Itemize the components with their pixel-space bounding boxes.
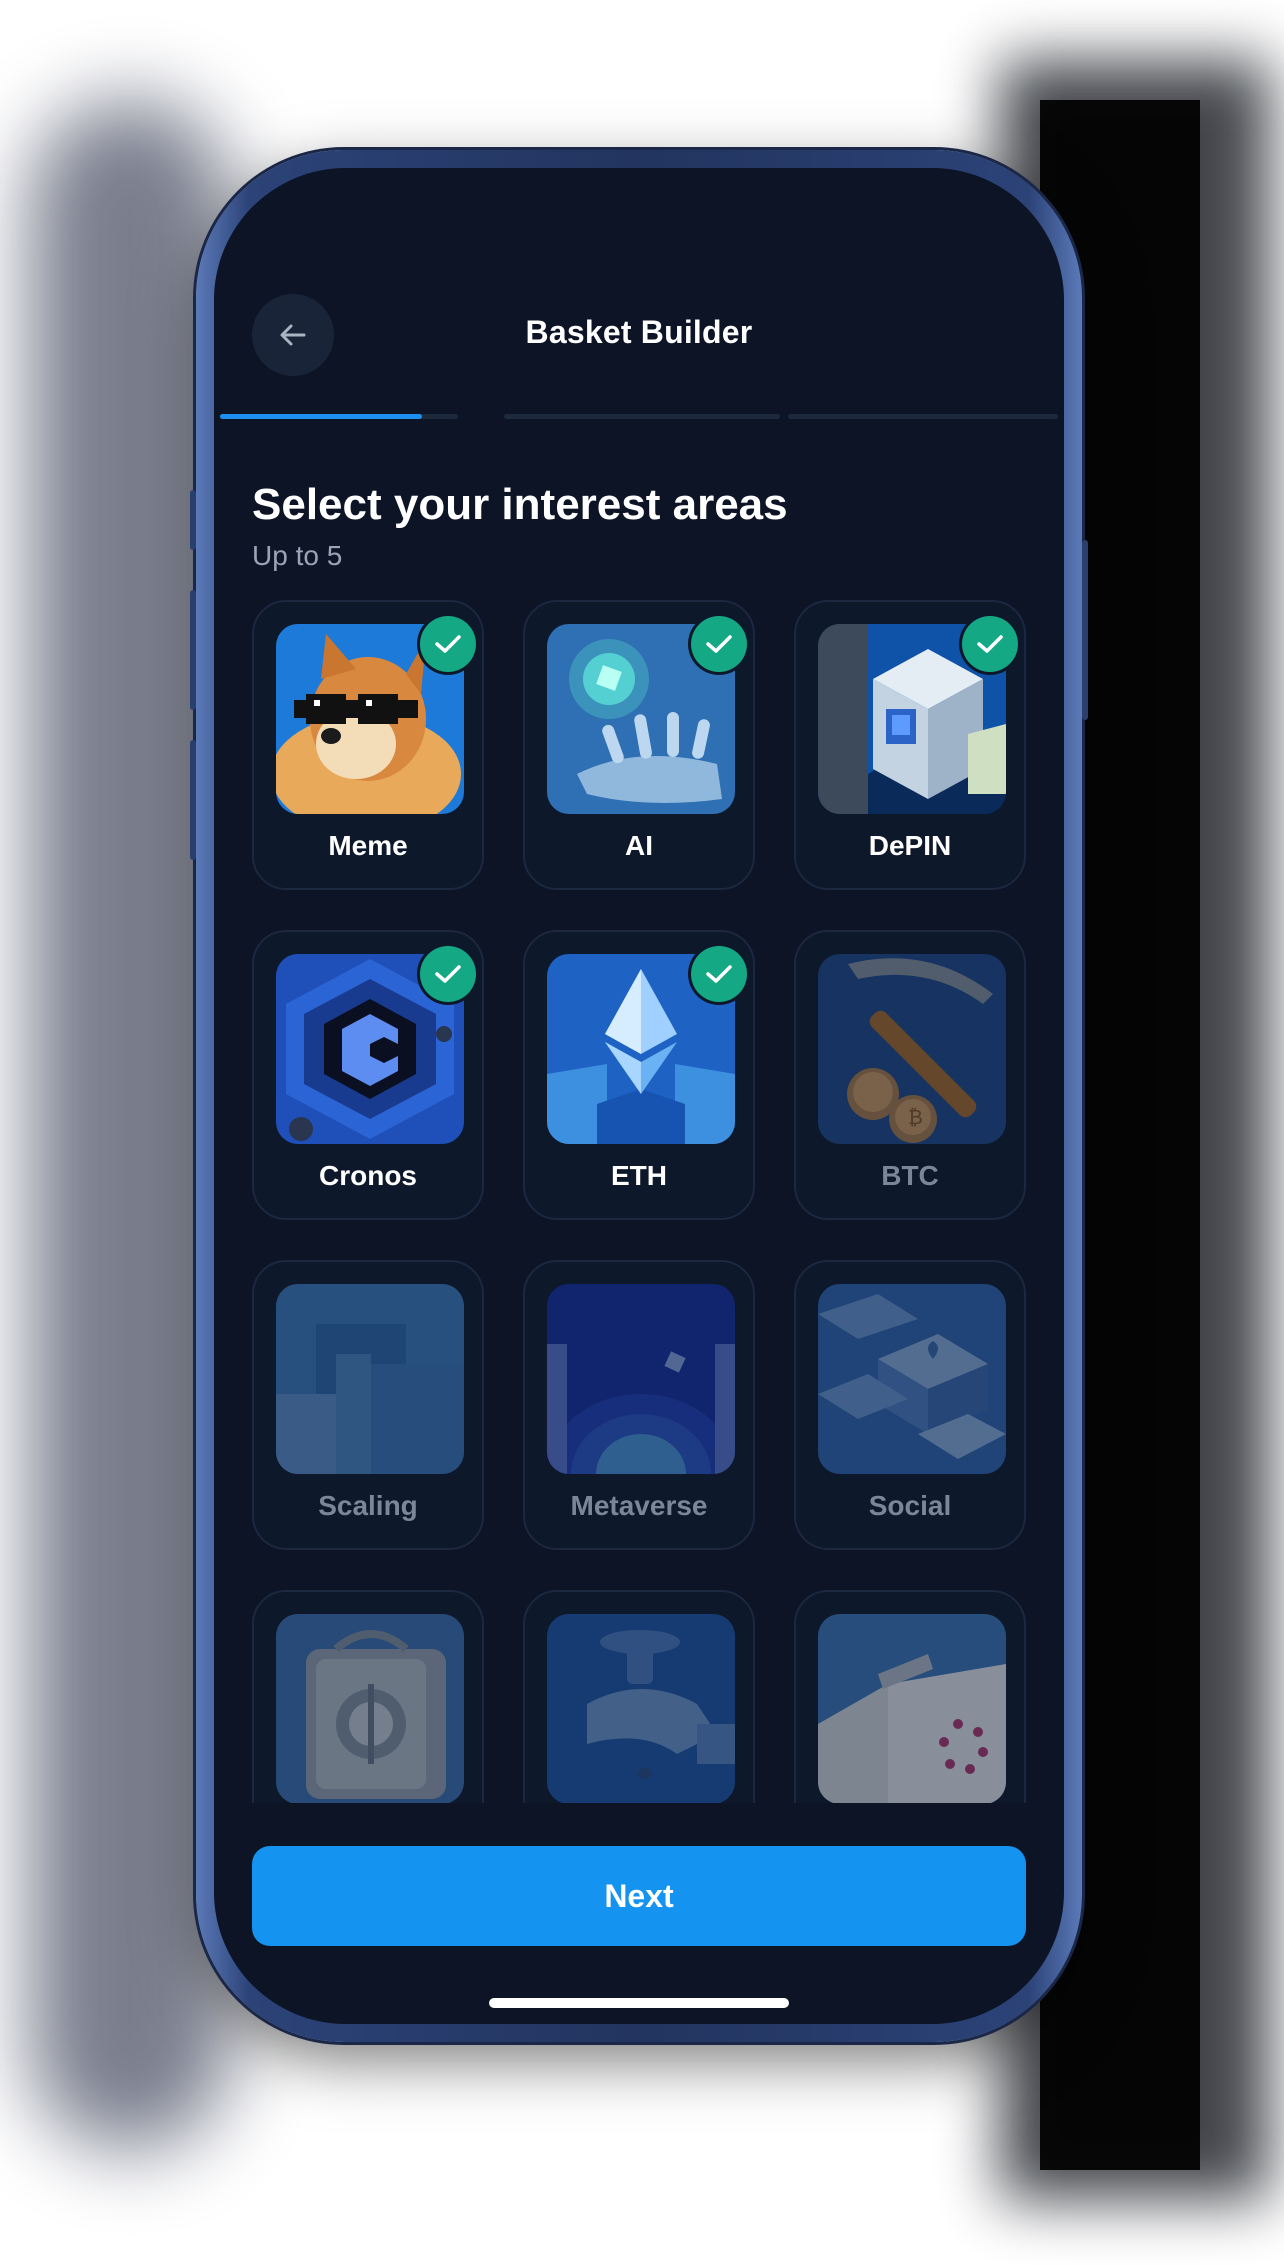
category-card-polkadot[interactable] [794, 1590, 1026, 1803]
category-card-social[interactable]: Social [794, 1260, 1026, 1550]
progress-step-1-fill [220, 414, 423, 419]
progress-step-1 [220, 414, 458, 419]
category-card-faucet[interactable] [523, 1590, 755, 1803]
svg-text:₿: ₿ [908, 1105, 923, 1129]
polkadot-folder-image [818, 1614, 1006, 1803]
section-heading: Select your interest areas [252, 480, 788, 529]
bitcoin-pickaxe-image: ₿ [818, 954, 1006, 1144]
portal-tunnel-image [547, 1284, 735, 1474]
page-title: Basket Builder [525, 314, 753, 350]
phone-side-button [190, 590, 196, 710]
category-card-scaling[interactable]: Scaling [252, 1260, 484, 1550]
category-label: Social [868, 1490, 952, 1521]
check-icon [420, 616, 476, 672]
check-icon [420, 946, 476, 1002]
category-card-cronos[interactable]: Cronos [252, 930, 484, 1220]
category-card-ai[interactable]: AI [523, 600, 755, 890]
progress-step-3 [788, 414, 1058, 419]
category-card-vault[interactable] [252, 1590, 484, 1803]
phone-side-button [1082, 540, 1088, 720]
phone-side-button [190, 740, 196, 860]
faucet-image [547, 1614, 735, 1803]
check-icon [691, 946, 747, 1002]
category-label: Metaverse [570, 1490, 708, 1521]
section-subheading: Up to 5 [252, 540, 343, 571]
category-card-depin[interactable]: DePIN [794, 600, 1026, 890]
progress-step-2 [504, 414, 780, 419]
category-label: AI [625, 830, 653, 861]
home-indicator [489, 1998, 789, 2008]
category-label: Cronos [319, 1160, 417, 1191]
check-icon [691, 616, 747, 672]
category-grid: Meme AI DePIN Cronos ETH ₿ BTC Scaling M… [214, 588, 1064, 1803]
category-label: DePIN [868, 830, 952, 861]
blocks-image [276, 1284, 464, 1474]
category-card-eth[interactable]: ETH [523, 930, 755, 1220]
check-icon [962, 616, 1018, 672]
phone-frame: Basket Builder Select your interest area… [190, 150, 1088, 2042]
app-screen: Basket Builder Select your interest area… [214, 168, 1064, 2024]
phone-side-button [190, 490, 196, 550]
category-label: BTC [881, 1160, 939, 1191]
next-button[interactable]: Next [252, 1846, 1026, 1946]
category-card-metaverse[interactable]: Metaverse [523, 1260, 755, 1550]
category-label: ETH [611, 1160, 667, 1191]
vault-safe-image [276, 1614, 464, 1803]
category-label: Scaling [318, 1490, 418, 1521]
reaction-keys-image [818, 1284, 1006, 1474]
category-label: Meme [328, 830, 408, 861]
category-card-btc[interactable]: ₿ BTC [794, 930, 1026, 1220]
category-card-meme[interactable]: Meme [252, 600, 484, 890]
